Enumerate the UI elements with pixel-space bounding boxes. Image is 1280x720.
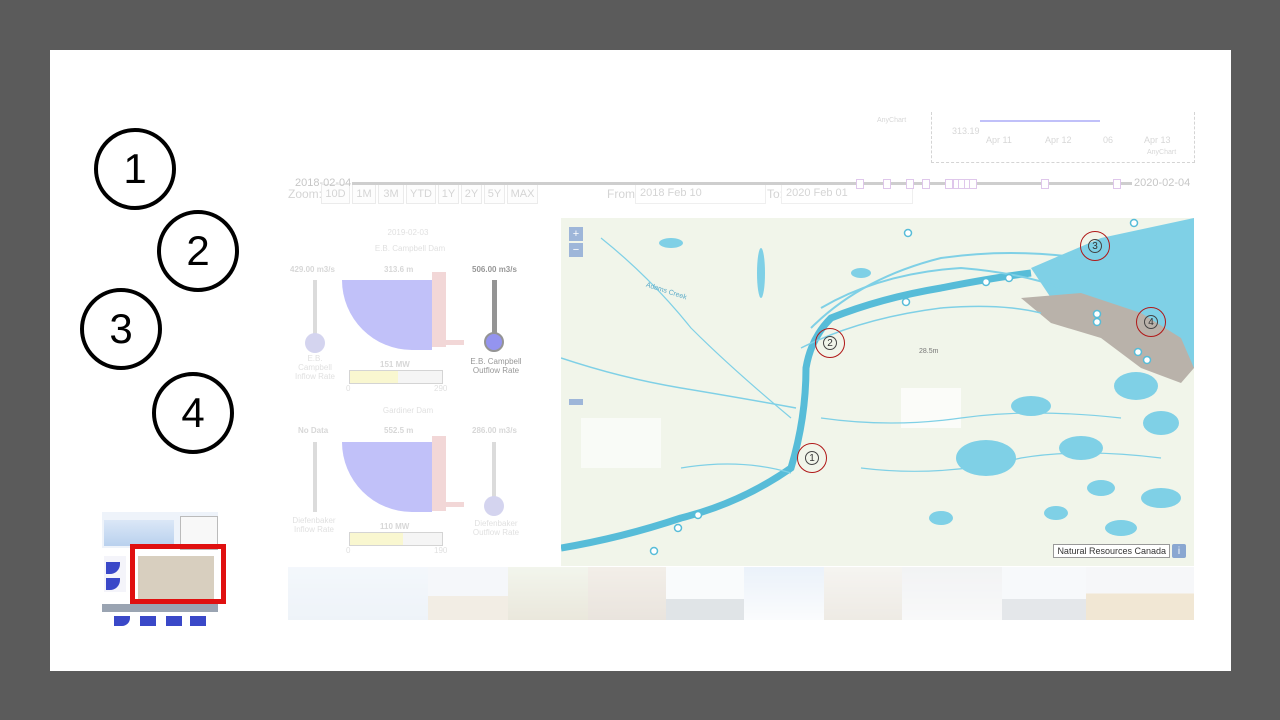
gardiner-outflow-pipe bbox=[446, 502, 464, 507]
from-date-input[interactable]: 2018 Feb 10 bbox=[635, 182, 766, 204]
map-elevation-label: 28.5m bbox=[919, 348, 939, 355]
campbell-dam-wall bbox=[432, 272, 446, 347]
mini-chart-y-value: 313.19 bbox=[952, 126, 980, 136]
gardiner-power-fill bbox=[350, 533, 404, 545]
timeline-event-marker[interactable] bbox=[906, 179, 914, 189]
campbell-dam-title: E.B. Campbell Dam bbox=[374, 244, 446, 253]
map-view[interactable]: + − Adams Creek 28.5m 1 2 3 4 Natural Re… bbox=[561, 218, 1194, 566]
from-label: From: bbox=[607, 187, 639, 201]
gardiner-power-value: 110 MW bbox=[380, 522, 410, 531]
campbell-inflow-value: 429.00 m3/s bbox=[290, 265, 335, 274]
map-marker-1[interactable]: 1 bbox=[797, 443, 827, 473]
mini-chart-tick: Apr 12 bbox=[1045, 135, 1072, 145]
map-marker-3[interactable]: 3 bbox=[1080, 231, 1110, 261]
page-thumbnail bbox=[100, 512, 226, 630]
map-attribution[interactable]: Natural Resources Canada bbox=[1053, 544, 1170, 558]
map-marker-2[interactable]: 2 bbox=[815, 328, 845, 358]
zoom-1m-button[interactable]: 1M bbox=[352, 184, 376, 204]
photo-thumb[interactable] bbox=[508, 567, 588, 620]
to-date-input[interactable]: 2020 Feb 01 bbox=[781, 182, 913, 204]
gardiner-outflow-label: Diefenbaker Outflow Rate bbox=[472, 519, 520, 537]
info-icon[interactable]: i bbox=[1172, 544, 1186, 558]
photo-thumb[interactable] bbox=[1002, 567, 1086, 620]
photo-thumb[interactable] bbox=[428, 567, 508, 620]
zoom-label: Zoom: bbox=[288, 187, 323, 201]
mini-chart-tick: Apr 11 bbox=[986, 135, 1012, 145]
callout-3: 3 bbox=[80, 288, 162, 370]
campbell-power-min: 0 bbox=[346, 384, 351, 393]
gardiner-outflow-value: 286.00 m3/s bbox=[472, 426, 517, 435]
timeline-start-label: 2018-02-04 bbox=[295, 177, 352, 189]
photo-thumb[interactable] bbox=[288, 567, 428, 620]
gardiner-dam-wall bbox=[432, 436, 446, 511]
map-marker-4[interactable]: 4 bbox=[1136, 307, 1166, 337]
campbell-outflow-label: E.B. Campbell Outflow Rate bbox=[470, 357, 522, 375]
timeline-event-marker[interactable] bbox=[883, 179, 891, 189]
zoom-5y-button[interactable]: 5Y bbox=[484, 184, 505, 204]
mini-chart-credit: AnyChart bbox=[1147, 149, 1177, 156]
campbell-inflow-bulb bbox=[305, 333, 325, 353]
campbell-inflow-label: E.B. Campbell Inflow Rate bbox=[294, 354, 336, 381]
map-zoom-out-button[interactable]: − bbox=[569, 243, 583, 257]
campbell-power-value: 151 MW bbox=[380, 360, 410, 369]
campbell-outflow-gauge bbox=[492, 280, 497, 340]
photo-thumb[interactable] bbox=[588, 567, 666, 620]
callout-4: 4 bbox=[152, 372, 234, 454]
photo-thumb[interactable] bbox=[824, 567, 902, 620]
campbell-inflow-gauge bbox=[313, 280, 317, 340]
campbell-outflow-pipe bbox=[446, 340, 464, 345]
timeline-event-marker[interactable] bbox=[1041, 179, 1049, 189]
campbell-level-value: 313.6 m bbox=[384, 265, 414, 274]
zoom-max-button[interactable]: MAX bbox=[507, 184, 538, 204]
zoom-ytd-button[interactable]: YTD bbox=[406, 184, 436, 204]
gardiner-inflow-value: No Data bbox=[298, 426, 329, 435]
mini-chart-tick: 06 bbox=[1103, 135, 1114, 145]
campbell-reservoir bbox=[342, 280, 432, 350]
gardiner-power-min: 0 bbox=[346, 546, 351, 555]
callout-2: 2 bbox=[157, 210, 239, 292]
gardiner-power-max: 190 bbox=[434, 546, 448, 555]
mini-chart-series bbox=[980, 112, 1100, 122]
campbell-outflow-value: 506.00 m3/s bbox=[472, 265, 517, 274]
mini-chart-tick: Apr 13 bbox=[1144, 135, 1171, 145]
campbell-power-max: 290 bbox=[434, 384, 448, 393]
dam-date: 2019-02-03 bbox=[387, 228, 429, 237]
map-zoom-in-button[interactable]: + bbox=[569, 227, 583, 241]
gardiner-power-bar bbox=[349, 532, 443, 546]
photo-strip[interactable] bbox=[288, 567, 1194, 620]
gardiner-inflow-gauge bbox=[313, 442, 317, 512]
timeline-event-marker[interactable] bbox=[856, 179, 864, 189]
zoom-1y-button[interactable]: 1Y bbox=[438, 184, 459, 204]
campbell-power-bar bbox=[349, 370, 443, 384]
gardiner-level-value: 552.5 m bbox=[384, 426, 414, 435]
timeline-event-marker[interactable] bbox=[1113, 179, 1121, 189]
zoom-2y-button[interactable]: 2Y bbox=[461, 184, 482, 204]
photo-thumb[interactable] bbox=[902, 567, 1002, 620]
slide: 1 2 3 4 AnyChart 313.19 Apr 11 Apr 12 06… bbox=[50, 50, 1231, 671]
gardiner-reservoir bbox=[342, 442, 432, 512]
campbell-power-fill bbox=[350, 371, 398, 383]
gardiner-outflow-bulb bbox=[484, 496, 504, 516]
map-zoom-slider-handle[interactable] bbox=[569, 399, 583, 405]
callout-1: 1 bbox=[94, 128, 176, 210]
timeline-track[interactable] bbox=[352, 182, 1132, 185]
timeline-event-marker[interactable] bbox=[945, 179, 953, 189]
map-terrain bbox=[561, 218, 1194, 566]
zoom-3m-button[interactable]: 3M bbox=[378, 184, 404, 204]
photo-thumb[interactable] bbox=[1086, 567, 1194, 620]
timeline-event-marker[interactable] bbox=[969, 179, 977, 189]
gardiner-outflow-gauge bbox=[492, 442, 496, 502]
thumbnail-highlight-box bbox=[130, 544, 226, 604]
mini-chart-credit-top: AnyChart bbox=[877, 117, 907, 124]
timeline-event-marker[interactable] bbox=[922, 179, 930, 189]
gardiner-inflow-label: Diefenbaker Inflow Rate bbox=[292, 516, 336, 534]
campbell-outflow-bulb bbox=[484, 332, 504, 352]
timeline-end-label: 2020-02-04 bbox=[1134, 177, 1191, 189]
photo-thumb[interactable] bbox=[744, 567, 824, 620]
photo-thumb[interactable] bbox=[666, 567, 744, 620]
gardiner-dam-title: Gardiner Dam bbox=[382, 406, 434, 415]
